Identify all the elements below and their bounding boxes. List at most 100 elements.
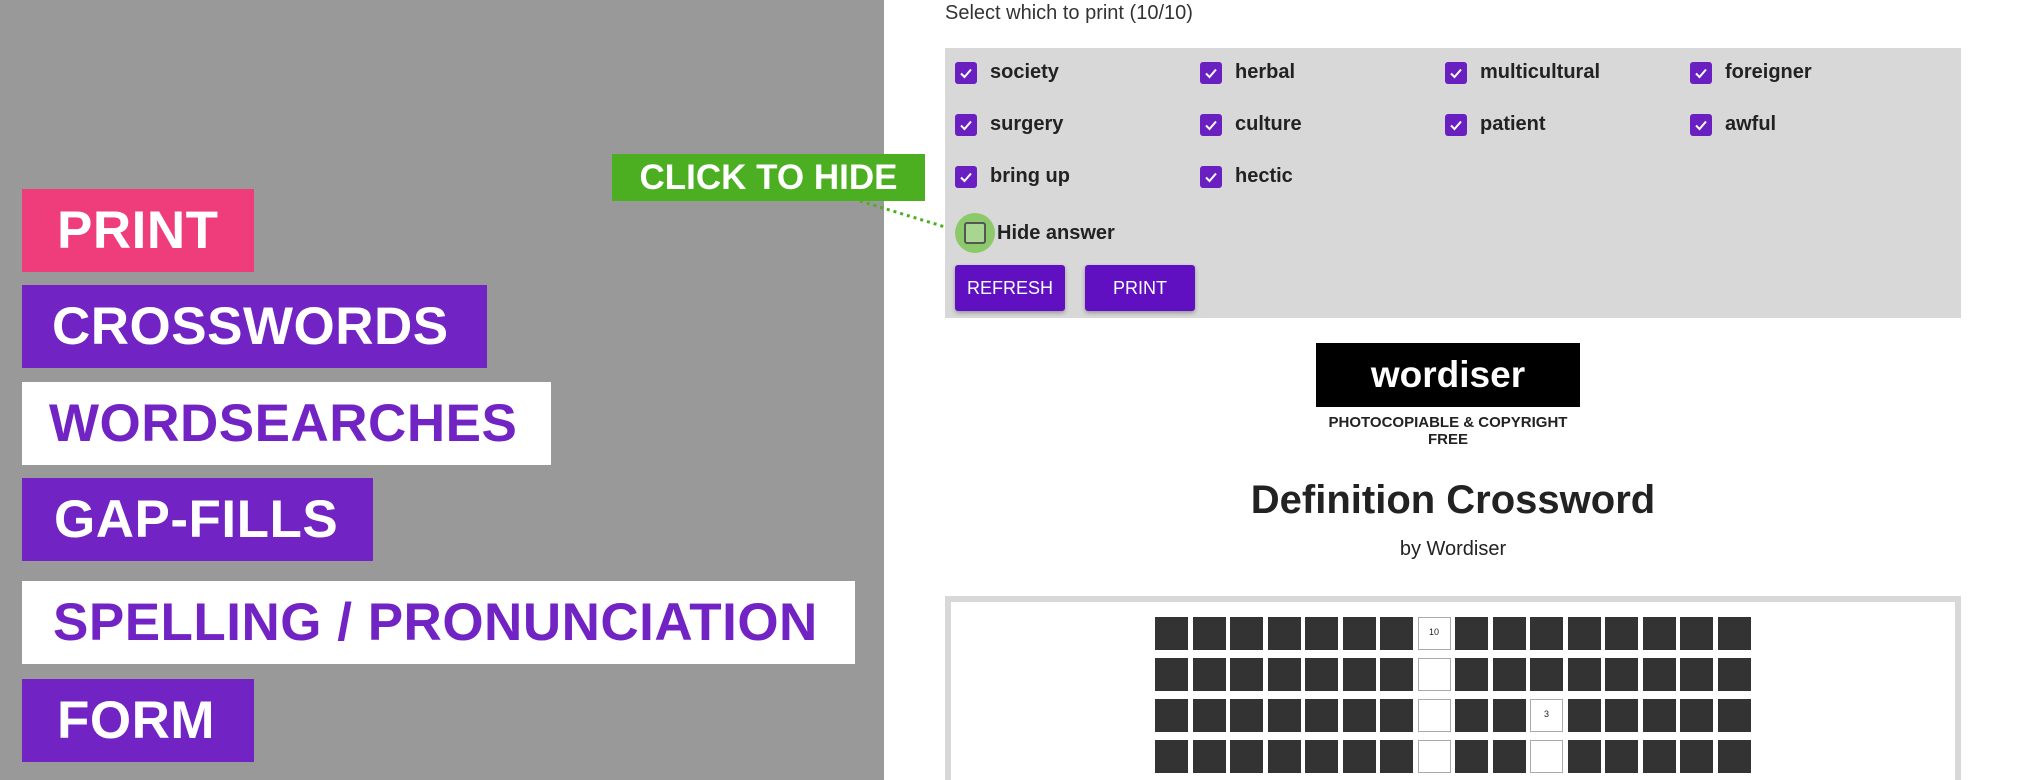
check-icon [1695, 68, 1707, 78]
crossword-cell-black [1305, 617, 1338, 650]
word-checkbox[interactable] [1690, 113, 1712, 136]
crossword-cell-black [1605, 699, 1638, 732]
word-label: awful [1725, 113, 1777, 135]
check-icon [960, 172, 972, 182]
check-icon [960, 68, 972, 78]
crossword-cell-black [1380, 740, 1413, 773]
crossword-cell-black [1492, 617, 1526, 650]
crossword-cell-black [1230, 658, 1263, 691]
word-checkbox[interactable] [955, 165, 977, 188]
clue-number: 3 [1543, 709, 1549, 719]
crossword-frame [945, 596, 1961, 780]
crossword-cell-black [1680, 740, 1713, 773]
crossword-cell-black [1680, 658, 1713, 691]
crossword-cell-black [1305, 658, 1338, 691]
word-option[interactable]: patient [1445, 113, 1546, 136]
word-option[interactable]: foreigner [1690, 61, 1812, 84]
word-label: patient [1480, 113, 1546, 135]
promo-gapfills-banner: GAP-FILLS [22, 478, 373, 561]
check-icon [960, 120, 972, 130]
promo-spelling-banner: SPELLING / PRONUNCIATION [22, 581, 855, 664]
worksheet-title: Definition Crossword [1250, 478, 1656, 522]
promo-spelling-label: SPELLING / PRONUNCIATION [53, 593, 818, 652]
crossword-cell-black [1155, 658, 1188, 691]
crossword-cell-white: 3 [1530, 699, 1563, 732]
crossword-cell-black [1717, 617, 1751, 650]
word-checkbox[interactable] [1445, 61, 1467, 84]
promo-wordsearches-label: WORDSEARCHES [49, 394, 518, 453]
crossword-cell-black [1680, 617, 1713, 650]
check-icon [1450, 120, 1462, 130]
crossword-cell-black [1455, 740, 1488, 773]
word-option[interactable]: bring up [955, 165, 1070, 188]
crossword-cell-black [1680, 699, 1713, 732]
word-label: society [990, 61, 1059, 83]
promo-form-label: FORM [57, 691, 216, 750]
crossword-cell-black [1717, 740, 1751, 773]
crossword-cell-black [1567, 699, 1601, 732]
word-checkbox[interactable] [1200, 165, 1222, 188]
promo-panel: PRINT CROSSWORDS WORDSEARCHES GAP-FILLS … [0, 0, 884, 780]
word-checkbox[interactable] [955, 113, 977, 136]
crossword-cell-black [1605, 658, 1638, 691]
word-option[interactable]: surgery [955, 113, 1063, 136]
crossword-cell-black [1155, 699, 1188, 732]
crossword-cell-black [1455, 699, 1488, 732]
word-checkbox[interactable] [1690, 61, 1712, 84]
word-option[interactable]: multicultural [1445, 61, 1600, 84]
crossword-cell-black [1605, 740, 1638, 773]
promo-crosswords-label: CROSSWORDS [52, 297, 449, 356]
hide-answer-box[interactable] [964, 222, 986, 244]
crossword-cell-black [1717, 658, 1751, 691]
word-option[interactable]: hectic [1200, 165, 1293, 188]
crossword-cell-black [1342, 699, 1376, 732]
hide-answer-checkbox[interactable]: Hide answer [955, 213, 1115, 253]
crossword-cell-black [1642, 699, 1676, 732]
crossword-cell-black [1530, 617, 1563, 650]
click-to-hide-callout: CLICK TO HIDE [612, 154, 925, 201]
worksheet-author: by Wordiser [1399, 538, 1507, 560]
crossword-cell-black [1342, 740, 1376, 773]
hide-answer-focus-halo [955, 213, 995, 253]
crossword-cell-black [1192, 699, 1226, 732]
word-option[interactable]: herbal [1200, 61, 1295, 84]
word-label: multicultural [1480, 61, 1601, 83]
promo-gapfills-label: GAP-FILLS [54, 490, 339, 549]
crossword-cell-white [1417, 740, 1451, 773]
crossword-cell-black [1192, 658, 1226, 691]
word-option[interactable]: awful [1690, 113, 1776, 136]
word-checkbox[interactable] [955, 61, 977, 84]
crossword-cell-black [1492, 740, 1526, 773]
crossword-cell-black [1192, 740, 1226, 773]
check-icon [1205, 68, 1217, 78]
word-checkbox[interactable] [1445, 113, 1467, 136]
crossword-cell-black [1605, 617, 1638, 650]
wordiser-logo: wordiser [1316, 343, 1580, 407]
word-option[interactable]: society [955, 61, 1059, 84]
word-label: surgery [990, 113, 1064, 135]
promo-crosswords-banner: CROSSWORDS [22, 285, 487, 368]
crossword-cell-black [1492, 699, 1526, 732]
crossword-cell-black [1642, 617, 1676, 650]
crossword-cell-black [1342, 617, 1376, 650]
crossword-cell-black [1567, 740, 1601, 773]
word-checkbox[interactable] [1200, 61, 1222, 84]
crossword-cell-black [1717, 699, 1751, 732]
word-label: culture [1235, 113, 1302, 135]
crossword-cell-black [1267, 740, 1301, 773]
refresh-button[interactable]: REFRESH [955, 265, 1065, 311]
word-checkbox[interactable] [1200, 113, 1222, 136]
check-icon [1205, 120, 1217, 130]
logo-tagline: PHOTOCOPIABLE & COPYRIGHT FREE [1328, 414, 1568, 448]
word-option[interactable]: culture [1200, 113, 1302, 136]
crossword-cell-black [1530, 658, 1563, 691]
check-icon [1450, 68, 1462, 78]
promo-form-banner: FORM [22, 679, 254, 762]
print-button[interactable]: PRINT [1085, 265, 1195, 311]
crossword-cell-black [1305, 740, 1338, 773]
crossword-cell-black [1155, 617, 1188, 650]
crossword-cell-black [1380, 699, 1413, 732]
promo-print-banner: PRINT [22, 189, 254, 272]
crossword-cell-black [1305, 699, 1338, 732]
crossword-cell-white: 10 [1417, 617, 1451, 650]
